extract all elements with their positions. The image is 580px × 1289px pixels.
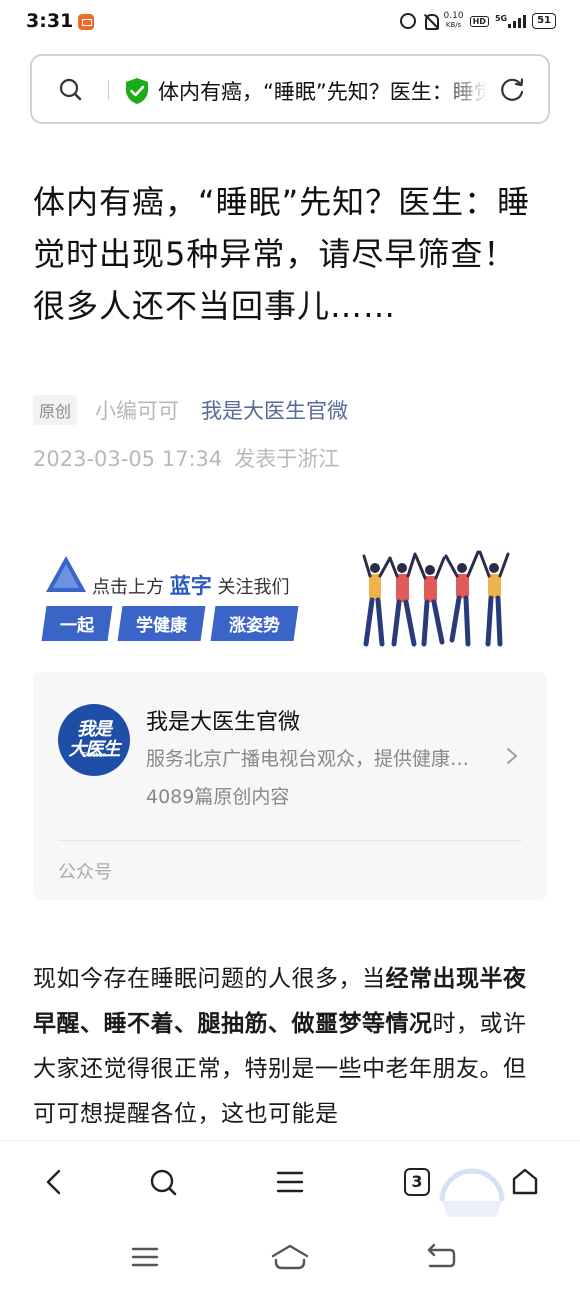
follow-banner: 点击上方 蓝字 关注我们 一起 学健康 涨姿势: [41, 540, 542, 650]
back-nav-icon[interactable]: [424, 1242, 458, 1272]
recent-apps-icon[interactable]: [130, 1242, 160, 1272]
author-name: 小编可可: [95, 399, 180, 423]
hd-icon: HD: [469, 15, 489, 27]
chevron-right-icon: [507, 748, 517, 764]
divider: [108, 80, 109, 100]
address-bar[interactable]: 体内有癌，“睡眠”先知？医生：睡觉时出现5种异常，请尽早筛查！很多人还不当回事儿…: [30, 54, 550, 124]
search-icon[interactable]: [58, 77, 82, 101]
paragraph-text: 现如今存在睡眠问题的人很多，当: [33, 966, 386, 992]
tabs-count-button[interactable]: 3: [404, 1168, 430, 1196]
follow-prompt: 点击上方 蓝字 关注我们: [92, 570, 289, 600]
publish-date: 2023-03-05 17:34: [33, 447, 223, 471]
net-speed-value: 0.10: [443, 11, 464, 21]
battery-icon: 51: [532, 13, 556, 29]
refresh-icon[interactable]: [498, 76, 526, 104]
publish-location: 发表于浙江: [234, 447, 340, 471]
home-icon[interactable]: [508, 1165, 542, 1199]
network-type: 5G: [494, 14, 508, 23]
app-notification-icon: [78, 14, 94, 30]
follow-prefix: 点击上方: [92, 577, 164, 598]
status-bar: 3:31 0.10 KB/s HD 5G 51: [0, 0, 580, 46]
home-nav-icon[interactable]: [270, 1242, 310, 1272]
page-title-in-address-bar[interactable]: 体内有癌，“睡眠”先知？医生：睡觉时出现5种异常，请尽早筛查！很多人还不当回事儿…: [158, 76, 488, 106]
menu-icon[interactable]: [273, 1165, 307, 1199]
banner-tags: 一起 学健康 涨姿势: [41, 606, 299, 641]
triangle-logo-icon: [46, 556, 86, 592]
battery-level: 51: [537, 15, 551, 26]
floating-helper-icon: [439, 1168, 505, 1217]
account-avatar: 我是 大医生 Doctor: [58, 704, 130, 776]
banner-tag: 涨姿势: [210, 606, 299, 641]
avatar-subtext: Doctor: [82, 751, 106, 759]
account-link[interactable]: 我是大医生官微: [201, 395, 348, 425]
banner-tag: 学健康: [117, 606, 206, 641]
account-type-label: 公众号: [58, 862, 112, 883]
article-title: 体内有癌，“睡眠”先知？医生：睡觉时出现5种异常，请尽早筛查！很多人还不当回事儿…: [33, 183, 531, 325]
official-account-card[interactable]: 我是 大医生 Doctor 我是大医生官微 服务北京广播电视台观众，提供健康知识 …: [33, 672, 547, 900]
article-paragraph: 现如今存在睡眠问题的人很多，当经常出现半夜早醒、睡不着、腿抽筋、做噩梦等情况时，…: [33, 957, 549, 1137]
follow-suffix: 关注我们: [217, 577, 290, 598]
alarm-icon: [399, 13, 416, 29]
net-speed: 0.10 KB/s: [444, 12, 464, 30]
secure-shield-icon: [126, 78, 148, 104]
publish-info: 2023-03-05 17:34 发表于浙江: [33, 443, 339, 473]
card-divider: [58, 840, 522, 841]
article-meta: 原创 小编可可 我是大医生官微: [33, 394, 348, 426]
signal-icon: 5G: [494, 14, 527, 28]
account-name: 我是大医生官微: [146, 710, 301, 735]
follow-highlight: 蓝字: [169, 574, 212, 598]
account-description: 服务北京广播电视台观众，提供健康知识: [146, 748, 476, 770]
back-icon[interactable]: [38, 1165, 72, 1199]
search-icon[interactable]: [146, 1165, 180, 1199]
mute-bell-icon: [422, 13, 439, 30]
original-tag: 原创: [33, 395, 78, 425]
net-speed-unit: KB/s: [445, 21, 462, 29]
account-article-count: 4089篇原创内容: [146, 786, 290, 808]
status-time: 3:31: [26, 10, 74, 32]
system-navigation-bar: [0, 1224, 580, 1289]
banner-tag: 一起: [41, 606, 113, 641]
cheering-people-illustration: [362, 550, 510, 647]
status-icons: 0.10 KB/s HD 5G 51: [399, 12, 556, 30]
browser-toolbar: 3: [0, 1140, 580, 1224]
